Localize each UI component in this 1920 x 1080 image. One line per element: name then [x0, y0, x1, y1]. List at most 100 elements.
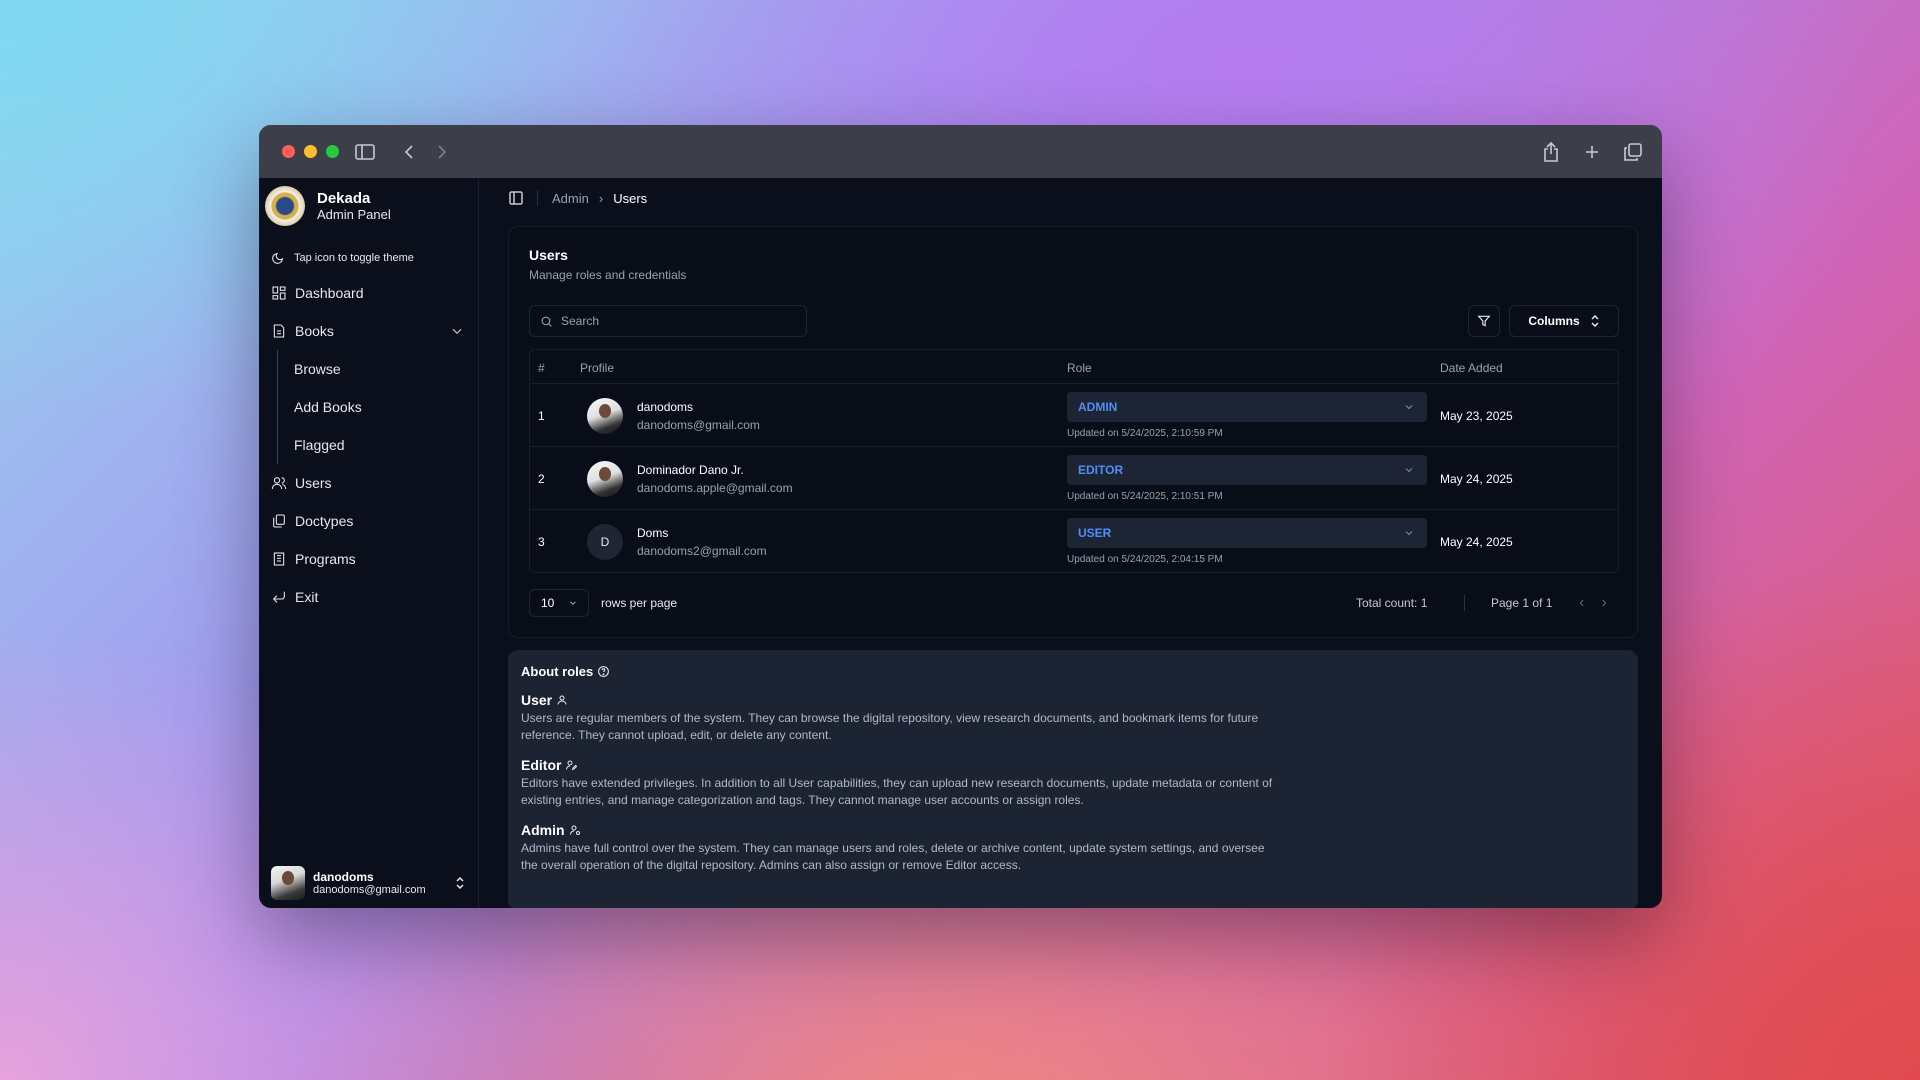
rows-per-page-select[interactable]: 10: [529, 589, 589, 617]
theme-toggle-label: Tap icon to toggle theme: [294, 252, 414, 264]
book-icon: [273, 324, 285, 338]
theme-toggle[interactable]: Tap icon to toggle theme: [259, 242, 478, 274]
columns-label: Columns: [1528, 314, 1580, 328]
sidebar-item-label: Doctypes: [295, 513, 354, 529]
header-date-added: Date Added: [1440, 361, 1503, 375]
header-profile: Profile: [580, 361, 615, 375]
current-user-email: danodoms@gmail.com: [313, 884, 426, 896]
role-description: Editors have extended privileges. In add…: [521, 776, 1273, 807]
sidebar: Dekada Admin Panel Tap icon to toggle th…: [259, 178, 479, 908]
sidebar-item-doctypes[interactable]: Doctypes: [259, 502, 478, 540]
tab-overview-icon[interactable]: [1621, 140, 1645, 164]
chevron-left-icon: [1579, 599, 1584, 607]
rows-per-page-label: rows per page: [601, 596, 678, 610]
filter-icon: [1477, 315, 1491, 327]
rows-per-page-value: 10: [541, 596, 555, 610]
header-num: #: [538, 361, 545, 375]
page-subtitle: Manage roles and credentials: [529, 268, 687, 282]
breadcrumb-users: Users: [613, 190, 648, 206]
next-page-button[interactable]: [1594, 593, 1614, 613]
user-cog-icon: [569, 825, 580, 835]
sidebar-item-add-books[interactable]: Add Books: [278, 388, 478, 426]
sidebar-item-label: Users: [295, 475, 332, 491]
role-updated-text: Updated on 5/24/2025, 2:04:15 PM: [1067, 554, 1223, 565]
chevron-down-icon: [1405, 468, 1413, 473]
date-added: May 23, 2025: [1440, 409, 1513, 423]
filter-button[interactable]: [1468, 305, 1500, 337]
avatar: [587, 398, 623, 434]
previous-page-button[interactable]: [1572, 593, 1592, 613]
brand-logo: [265, 186, 305, 226]
sidebar-item-label: Dashboard: [295, 285, 364, 301]
new-tab-icon[interactable]: [1580, 140, 1604, 164]
search-input[interactable]: [561, 314, 791, 328]
sidebar-item-exit[interactable]: Exit: [259, 578, 478, 616]
minimize-window-button[interactable]: [304, 145, 317, 158]
avatar: D: [587, 524, 623, 560]
brand[interactable]: Dekada Admin Panel: [259, 178, 478, 234]
sidebar-item-dashboard[interactable]: Dashboard: [259, 274, 478, 312]
search-field[interactable]: [529, 305, 807, 337]
sidebar-item-programs[interactable]: Programs: [259, 540, 478, 578]
chevron-down-icon: [1405, 405, 1413, 410]
table-row: 2 Dominador Dano Jr. danodoms.apple@gmai…: [530, 447, 1618, 510]
sidebar-item-browse[interactable]: Browse: [278, 350, 478, 388]
page-title: Users: [529, 247, 568, 263]
browser-titlebar: [259, 125, 1662, 178]
user-pen-icon: [566, 760, 578, 771]
sidebar-item-users[interactable]: Users: [259, 464, 478, 502]
columns-button[interactable]: Columns: [1509, 305, 1619, 337]
chevron-down-icon[interactable]: [450, 324, 464, 338]
forward-arrow-icon[interactable]: [430, 140, 454, 164]
sidebar-item-label: Programs: [295, 551, 356, 567]
user-name: Doms: [637, 526, 669, 540]
role-info-admin: Admin Admins have full control over the …: [521, 822, 1625, 874]
user-email: danodoms@gmail.com: [637, 418, 760, 432]
table-header: # Profile Role Date Added: [530, 350, 1618, 384]
role-value: ADMIN: [1078, 400, 1118, 414]
current-user-menu[interactable]: danodoms danodoms@gmail.com: [259, 858, 478, 908]
search-icon: [541, 316, 552, 327]
sidebar-toggle-icon[interactable]: [353, 140, 377, 164]
users-card: Users Manage roles and credentials Colum…: [508, 226, 1638, 638]
table-row: 1 danodoms danodoms@gmail.com ADMIN Upda…: [530, 384, 1618, 447]
role-select[interactable]: ADMIN: [1067, 392, 1427, 422]
header-role: Role: [1067, 361, 1092, 375]
share-icon[interactable]: [1539, 140, 1563, 164]
user-name: Dominador Dano Jr.: [637, 463, 744, 477]
main-content: Admin › Users Users Manage roles and cre…: [479, 178, 1662, 908]
role-value: EDITOR: [1078, 463, 1124, 477]
users-table: # Profile Role Date Added 1 danodoms dan…: [529, 349, 1619, 573]
breadcrumb: Admin › Users: [479, 178, 1662, 218]
breadcrumb-admin[interactable]: Admin: [552, 191, 589, 206]
page-indicator: Page 1 of 1: [1491, 596, 1553, 610]
date-added: May 24, 2025: [1440, 472, 1513, 486]
sidebar-item-flagged[interactable]: Flagged: [278, 426, 478, 464]
panel-toggle-icon[interactable]: [509, 191, 523, 205]
pagination: 10 rows per page Total count: 1 Page 1 o…: [529, 589, 1619, 617]
role-select[interactable]: EDITOR: [1067, 455, 1427, 485]
chevron-right-icon: [1602, 599, 1607, 607]
role-name: Editor: [521, 757, 562, 773]
role-name: User: [521, 692, 553, 708]
user-name: danodoms: [637, 400, 694, 414]
brand-name: Dekada: [317, 190, 371, 207]
sidebar-item-books[interactable]: Books: [259, 312, 478, 350]
books-subnav: Browse Add Books Flagged: [277, 350, 478, 464]
help-circle-icon[interactable]: [597, 665, 610, 678]
users-icon: [271, 477, 287, 490]
role-description: Admins have full control over the system…: [521, 841, 1265, 872]
moon-icon[interactable]: [271, 252, 284, 265]
chevrons-up-down-icon[interactable]: [454, 876, 466, 890]
avatar: [587, 461, 623, 497]
back-arrow-icon[interactable]: [397, 140, 421, 164]
about-roles-panel: About roles User Users are regular membe…: [508, 650, 1638, 908]
dashboard-icon: [272, 286, 286, 300]
user-email: danodoms.apple@gmail.com: [637, 481, 793, 495]
close-window-button[interactable]: [282, 145, 295, 158]
maximize-window-button[interactable]: [326, 145, 339, 158]
row-number: 2: [538, 472, 545, 486]
current-user-name: danodoms: [313, 870, 374, 884]
breadcrumb-divider: [537, 190, 538, 206]
role-select[interactable]: USER: [1067, 518, 1427, 548]
